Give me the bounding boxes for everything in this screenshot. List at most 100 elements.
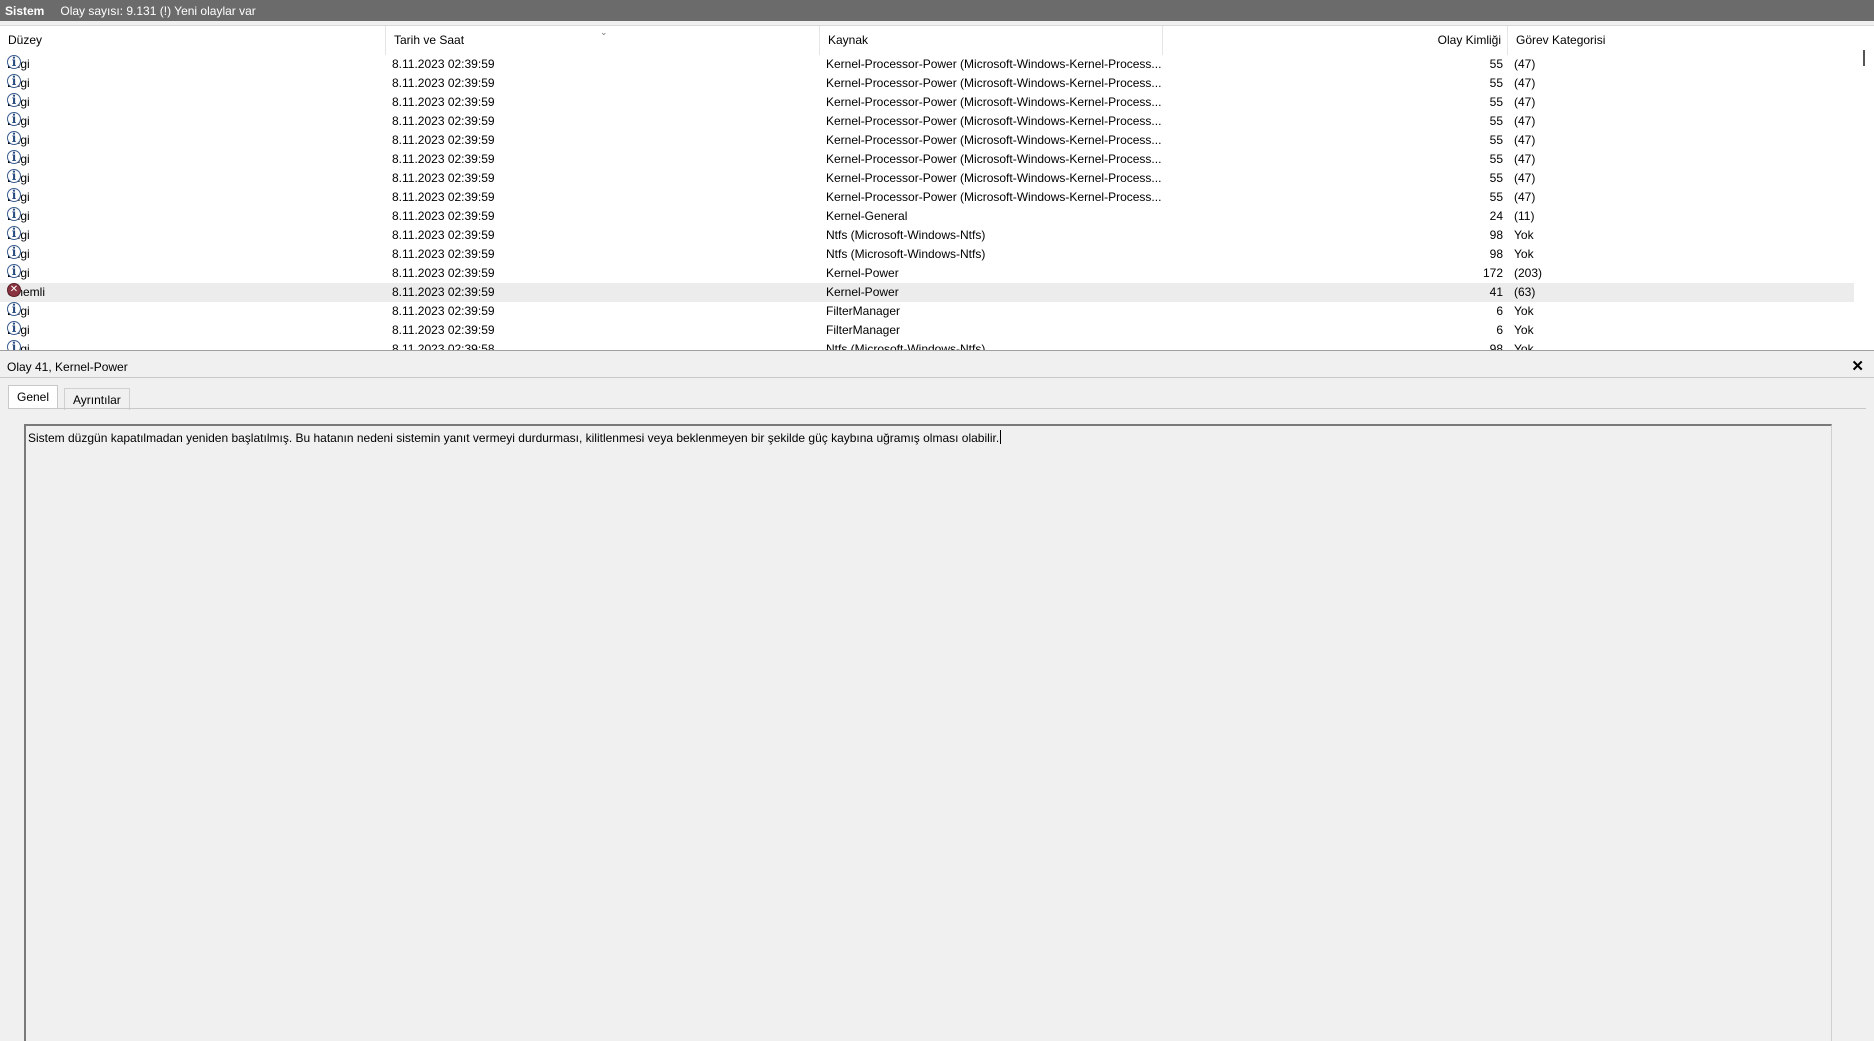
row-source: Kernel-Processor-Power (Microsoft-Window…	[826, 152, 1161, 166]
info-icon: i	[7, 264, 21, 278]
row-event-id: 6	[1496, 304, 1503, 318]
row-date: 8.11.2023 02:39:59	[392, 76, 495, 90]
info-icon: i	[7, 302, 21, 316]
log-name: Sistem	[5, 3, 45, 18]
row-level: iBilgi	[7, 207, 30, 226]
tab-details[interactable]: Ayrıntılar	[64, 388, 130, 410]
info-icon: i	[7, 245, 21, 259]
table-row[interactable]: iBilgi 8.11.2023 02:39:59 FilterManager 6 Yo…	[0, 321, 1854, 340]
column-header-level[interactable]: Düzey	[0, 26, 386, 55]
table-row[interactable]: iBilgi 8.11.2023 02:39:59 Ntfs (Microsoft-…	[0, 226, 1854, 245]
event-list[interactable]: Düzey Tarih ve Saat ⌄ Kaynak Olay Kimliğ…	[0, 25, 1874, 351]
row-event-id: 55	[1489, 76, 1503, 90]
row-level: iBilgi	[7, 264, 30, 283]
row-source: Kernel-Power	[826, 266, 899, 280]
row-level: iBilgi	[7, 93, 30, 112]
row-event-id: 98	[1489, 247, 1503, 261]
table-row[interactable]: iBilgi 8.11.2023 02:39:59 Kernel-Processor…	[0, 188, 1854, 207]
row-source: Kernel-Power	[826, 285, 899, 299]
row-date: 8.11.2023 02:39:59	[392, 285, 495, 299]
column-header-row: Düzey Tarih ve Saat ⌄ Kaynak Olay Kimliğ…	[0, 26, 1874, 55]
row-level: iBilgi	[7, 112, 30, 131]
row-event-id: 24	[1489, 209, 1503, 223]
table-row[interactable]: iBilgi 8.11.2023 02:39:59 Kernel-Processor…	[0, 74, 1854, 93]
close-icon[interactable]: ✕	[1851, 357, 1864, 375]
row-source: Kernel-Processor-Power (Microsoft-Window…	[826, 171, 1161, 185]
row-date: 8.11.2023 02:39:59	[392, 171, 495, 185]
table-row[interactable]: iBilgi 8.11.2023 02:39:59 Kernel-Processor…	[0, 93, 1854, 112]
info-icon: i	[7, 55, 21, 69]
row-level: iBilgi	[7, 321, 30, 340]
table-row[interactable]: iBilgi 8.11.2023 02:39:59 Kernel-Power 172 (…	[0, 264, 1854, 283]
table-row[interactable]: iBilgi 8.11.2023 02:39:59 Kernel-Processor…	[0, 150, 1854, 169]
vertical-scrollbar[interactable]	[1854, 26, 1874, 350]
info-icon: i	[7, 207, 21, 221]
column-header-source[interactable]: Kaynak	[820, 26, 1163, 55]
row-event-id: 55	[1489, 152, 1503, 166]
row-category: (47)	[1514, 171, 1536, 185]
row-source: Kernel-Processor-Power (Microsoft-Window…	[826, 190, 1161, 204]
info-icon: i	[7, 74, 21, 88]
row-level: iBilgi	[7, 169, 30, 188]
row-source: FilterManager	[826, 304, 901, 318]
table-row[interactable]: iBilgi 8.11.2023 02:39:59 Kernel-Processor…	[0, 112, 1854, 131]
row-date: 8.11.2023 02:39:59	[392, 209, 495, 223]
event-description-box[interactable]: Sistem düzgün kapatılmadan yeniden başla…	[24, 424, 1832, 1041]
row-category: (47)	[1514, 190, 1536, 204]
row-event-id: 98	[1489, 342, 1503, 351]
table-row[interactable]: iBilgi 8.11.2023 02:39:59 Ntfs (Microsoft-…	[0, 245, 1854, 264]
row-category: (63)	[1514, 285, 1536, 299]
event-detail-header: Olay 41, Kernel-Power ✕	[0, 356, 1874, 378]
row-category: (47)	[1514, 152, 1536, 166]
table-row[interactable]: ✕ Önemli 8.11.2023 02:39:59 Kernel-Power 41 (…	[0, 283, 1854, 302]
title-bar: Sistem Olay sayısı: 9.131 (!) Yeni olayl…	[0, 0, 1874, 21]
event-description-wrap: Sistem düzgün kapatılmadan yeniden başla…	[28, 430, 1002, 445]
info-icon: i	[7, 131, 21, 145]
row-date: 8.11.2023 02:39:59	[392, 152, 495, 166]
row-source: Kernel-Processor-Power (Microsoft-Window…	[826, 57, 1161, 71]
column-header-category[interactable]: Görev Kategorisi	[1508, 26, 1854, 55]
tab-general[interactable]: Genel	[8, 385, 59, 409]
row-source: Kernel-Processor-Power (Microsoft-Window…	[826, 133, 1161, 147]
info-icon: i	[7, 188, 21, 202]
row-category: Yok	[1514, 247, 1534, 261]
event-count-status: Olay sayısı: 9.131 (!) Yeni olaylar var	[60, 3, 256, 18]
row-level: iBilgi	[7, 150, 30, 169]
row-source: Kernel-General	[826, 209, 908, 223]
event-description-text: Sistem düzgün kapatılmadan yeniden başla…	[28, 431, 1000, 445]
row-event-id: 172	[1482, 266, 1503, 280]
row-event-id: 41	[1489, 285, 1503, 299]
table-row[interactable]: iBilgi 8.11.2023 02:39:59 Kernel-General 24…	[0, 207, 1854, 226]
row-category: (47)	[1514, 76, 1536, 90]
row-event-id: 6	[1496, 323, 1503, 337]
row-level: iBilgi	[7, 226, 30, 245]
row-level: iBilgi	[7, 340, 30, 350]
row-category: Yok	[1514, 323, 1534, 337]
event-rows: iBilgi 8.11.2023 02:39:59 Kernel-Processor…	[0, 55, 1854, 351]
event-detail-title: Olay 41, Kernel-Power	[7, 360, 128, 374]
info-icon: i	[7, 226, 21, 240]
row-category: Yok	[1514, 228, 1534, 242]
table-row[interactable]: iBilgi 8.11.2023 02:39:59 Kernel-Processor…	[0, 169, 1854, 188]
row-category: (47)	[1514, 57, 1536, 71]
info-icon: i	[7, 93, 21, 107]
table-row[interactable]: iBilgi 8.11.2023 02:39:58 Ntfs (Microsoft-…	[0, 340, 1854, 351]
row-level: iBilgi	[7, 131, 30, 150]
row-date: 8.11.2023 02:39:59	[392, 57, 495, 71]
info-icon: i	[7, 169, 21, 183]
row-source: Kernel-Processor-Power (Microsoft-Window…	[826, 76, 1161, 90]
row-date: 8.11.2023 02:39:59	[392, 95, 495, 109]
scrollbar-thumb[interactable]	[1863, 50, 1865, 66]
row-category: (47)	[1514, 133, 1536, 147]
row-date: 8.11.2023 02:39:59	[392, 266, 495, 280]
table-row[interactable]: iBilgi 8.11.2023 02:39:59 Kernel-Processor…	[0, 55, 1854, 74]
column-header-event-id[interactable]: Olay Kimliği	[1163, 26, 1508, 55]
info-icon: i	[7, 321, 21, 335]
row-level: iBilgi	[7, 302, 30, 321]
table-row[interactable]: iBilgi 8.11.2023 02:39:59 FilterManager 6 Yo…	[0, 302, 1854, 321]
table-row[interactable]: iBilgi 8.11.2023 02:39:59 Kernel-Processor…	[0, 131, 1854, 150]
sort-descending-icon: ⌄	[600, 27, 608, 37]
row-category: Yok	[1514, 304, 1534, 318]
row-date: 8.11.2023 02:39:59	[392, 304, 495, 318]
row-event-id: 55	[1489, 57, 1503, 71]
